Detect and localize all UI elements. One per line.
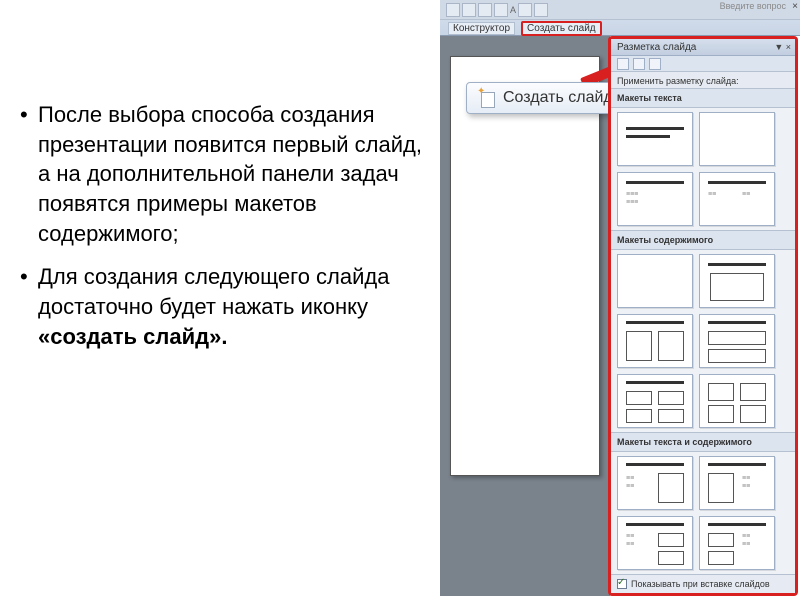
constructor-button[interactable]: Конструктор: [448, 22, 515, 35]
new-slide-callout[interactable]: Создать слайд: [466, 82, 626, 114]
layout-thumb[interactable]: [699, 254, 775, 308]
outdent-icon[interactable]: [534, 3, 548, 17]
close-icon[interactable]: ×: [792, 1, 798, 12]
layout-thumb[interactable]: ≡≡≡≡≡≡: [617, 172, 693, 226]
pane-home-icon[interactable]: [649, 58, 661, 70]
pane-title-bar[interactable]: Разметка слайда ▼ ×: [611, 39, 795, 56]
apply-layout-label: Применить разметку слайда:: [611, 72, 795, 88]
layout-task-pane: Разметка слайда ▼ × Применить разметку с…: [608, 36, 798, 596]
bullet-1: После выбора способа создания презентаци…: [38, 100, 440, 248]
slide-preview: [450, 56, 600, 476]
section-content-layouts: Макеты содержимого: [611, 230, 795, 250]
ask-question-box[interactable]: Введите вопрос: [720, 1, 786, 11]
section-text-and-content: Макеты текста и содержимого: [611, 432, 795, 452]
layout-thumb[interactable]: [617, 254, 693, 308]
pane-footer: Показывать при вставке слайдов: [611, 574, 795, 593]
app-toolbar: Введите вопрос × A Конструктор Создать с…: [440, 0, 800, 36]
footer-checkbox-label: Показывать при вставке слайдов: [631, 579, 770, 589]
pane-back-icon[interactable]: [617, 58, 629, 70]
layout-thumb[interactable]: [617, 314, 693, 368]
pane-nav: [611, 56, 795, 72]
layout-thumb[interactable]: [699, 112, 775, 166]
layout-thumb[interactable]: ≡≡≡≡: [699, 516, 775, 570]
editor-canvas: [440, 36, 610, 596]
callout-label: Создать слайд: [503, 89, 613, 107]
layout-thumb[interactable]: ≡≡≡≡: [699, 456, 775, 510]
align-left-icon[interactable]: [462, 3, 476, 17]
layout-thumb[interactable]: [617, 112, 693, 166]
layout-thumb[interactable]: [617, 374, 693, 428]
align-center-icon[interactable]: [478, 3, 492, 17]
layout-thumb[interactable]: [699, 374, 775, 428]
layout-thumb[interactable]: ≡≡≡≡: [617, 516, 693, 570]
new-slide-toolbar-button[interactable]: Создать слайд: [521, 21, 602, 36]
indent-icon[interactable]: [518, 3, 532, 17]
format-icon[interactable]: [446, 3, 460, 17]
align-right-icon[interactable]: [494, 3, 508, 17]
layout-thumb[interactable]: [699, 314, 775, 368]
new-slide-icon: [479, 89, 497, 107]
pane-fwd-icon[interactable]: [633, 58, 645, 70]
section-text-layouts: Макеты текста: [611, 88, 795, 108]
bullet-2: Для создания следующего слайда достаточн…: [38, 262, 440, 351]
layout-thumb[interactable]: ≡≡ ≡≡: [699, 172, 775, 226]
layout-thumb[interactable]: ≡≡≡≡: [617, 456, 693, 510]
show-on-insert-checkbox[interactable]: [617, 579, 627, 589]
pane-dropdown-icon[interactable]: ▼ ×: [774, 42, 791, 52]
